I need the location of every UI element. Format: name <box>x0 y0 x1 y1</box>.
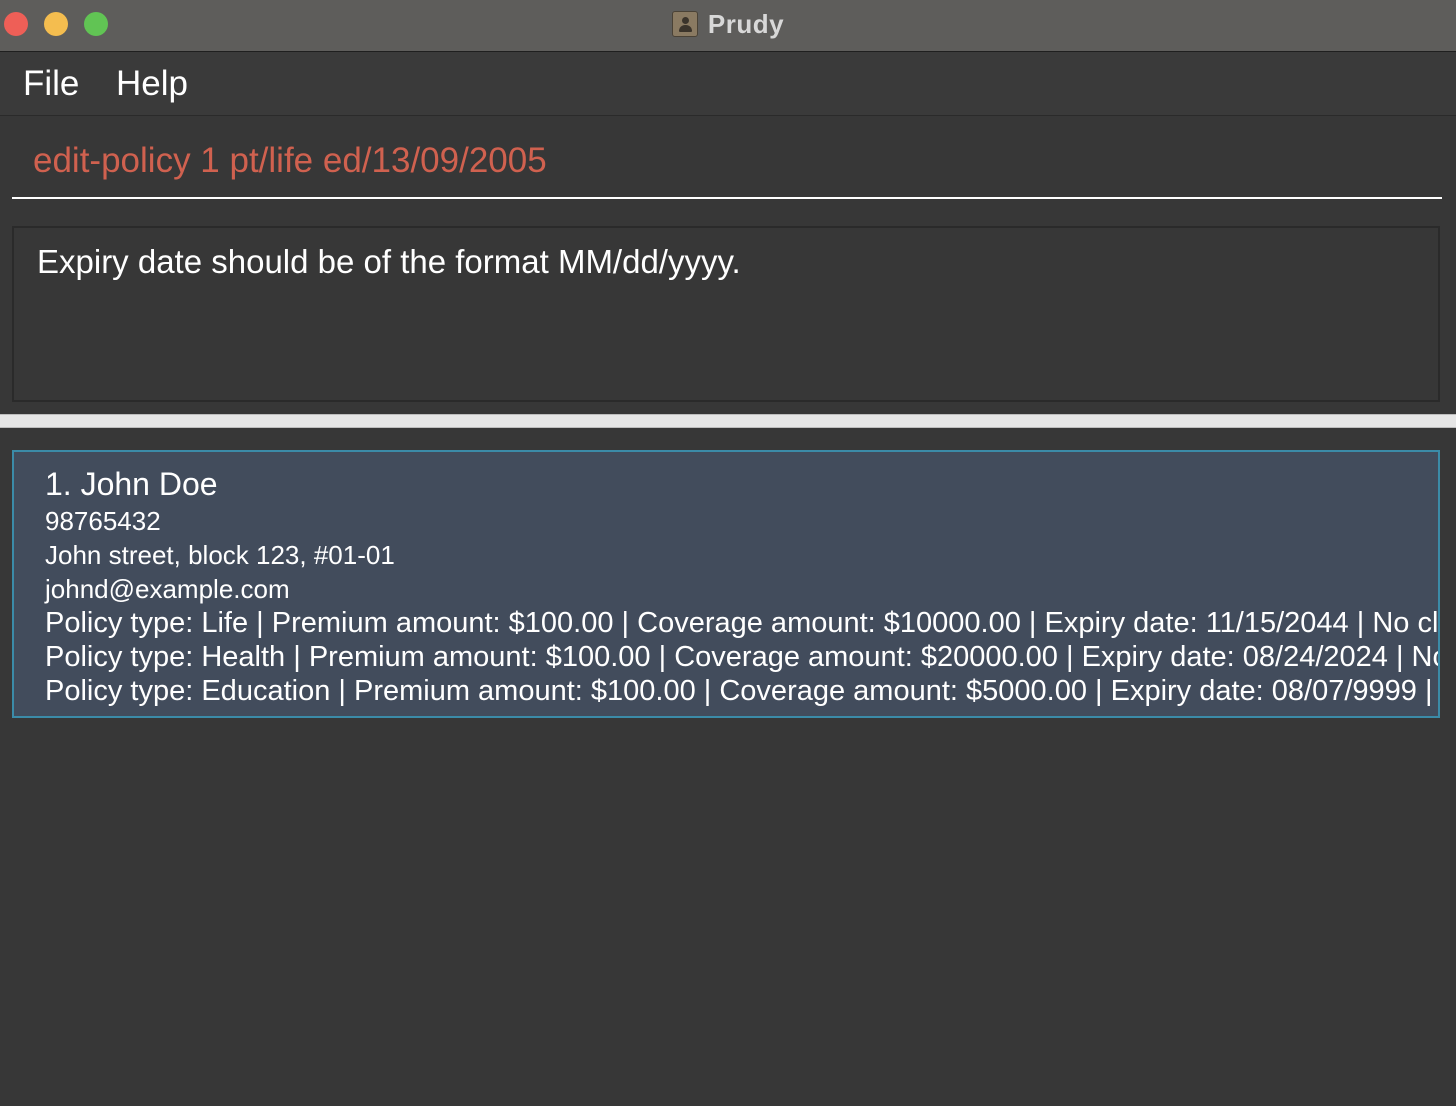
person-email: johnd@example.com <box>45 574 290 604</box>
app-window: Prudy File Help Expiry date should be of… <box>0 0 1456 1106</box>
address-book-icon <box>671 11 698 37</box>
window-title: Prudy <box>707 8 785 39</box>
person-name: 1. John Doe <box>45 466 218 502</box>
result-display[interactable]: Expiry date should be of the format MM/d… <box>12 226 1440 402</box>
result-message: Expiry date should be of the format MM/d… <box>37 243 741 280</box>
menu-file[interactable]: File <box>23 62 79 106</box>
menu-help[interactable]: Help <box>116 62 188 106</box>
policy-line: Policy type: Health | Premium amount: $1… <box>45 641 1440 673</box>
person-card[interactable]: 1. John Doe 98765432 John street, block … <box>12 450 1440 718</box>
command-box <box>0 117 1456 213</box>
person-phone: 98765432 <box>45 506 161 536</box>
menu-bar: File Help <box>0 52 1456 116</box>
policy-line: Policy type: Life | Premium amount: $100… <box>45 607 1440 639</box>
window-title-group: Prudy <box>0 0 1456 48</box>
person-card-content: 1. John Doe 98765432 John street, block … <box>45 464 1440 708</box>
person-list[interactable]: 1. John Doe 98765432 John street, block … <box>0 428 1456 1106</box>
title-bar[interactable]: Prudy <box>0 0 1456 52</box>
person-address: John street, block 123, #01-01 <box>45 540 395 570</box>
command-input[interactable] <box>12 125 1442 199</box>
policy-line: Policy type: Education | Premium amount:… <box>45 675 1440 707</box>
split-pane-divider[interactable] <box>0 414 1456 428</box>
